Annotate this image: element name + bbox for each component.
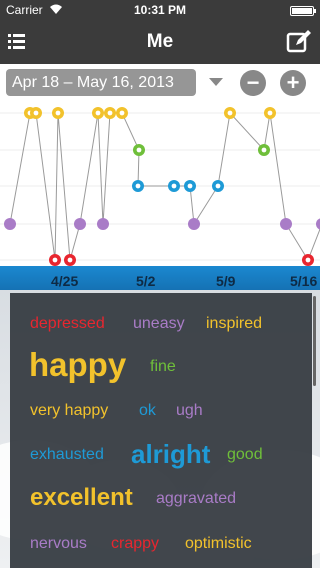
mood-chart [0, 100, 320, 266]
mood-word-ugh[interactable]: ugh [176, 402, 203, 420]
zoom-out-button[interactable]: − [240, 70, 266, 96]
mood-point[interactable] [52, 107, 64, 119]
mood-word-fine[interactable]: fine [150, 358, 176, 376]
mood-point[interactable] [49, 254, 61, 266]
mood-word-good[interactable]: good [227, 446, 263, 464]
page-title: Me [146, 31, 174, 52]
mood-point[interactable] [188, 218, 200, 230]
mood-word-uneasy[interactable]: uneasy [133, 315, 185, 333]
date-range-bar: Apr 18 – May 16, 2013 − + [0, 64, 320, 100]
chevron-down-icon[interactable] [209, 78, 223, 86]
x-tick-label: 5/16 [290, 273, 318, 289]
mood-point[interactable] [264, 107, 276, 119]
mood-point[interactable] [302, 254, 314, 266]
mood-point[interactable] [280, 218, 292, 230]
mood-point[interactable] [30, 107, 42, 119]
mood-point[interactable] [133, 144, 145, 156]
mood-word-ok[interactable]: ok [139, 402, 156, 420]
mood-point[interactable] [64, 254, 76, 266]
mood-word-nervous[interactable]: nervous [30, 535, 87, 553]
mood-word-crappy[interactable]: crappy [111, 535, 159, 553]
mood-point[interactable] [116, 107, 128, 119]
mood-word-inspired[interactable]: inspired [206, 315, 262, 333]
status-time: 10:31 PM [133, 3, 187, 17]
mood-chart-plot [0, 107, 320, 266]
mood-word-very-happy[interactable]: very happy [30, 402, 108, 420]
mood-word-depressed[interactable]: depressed [30, 315, 105, 333]
mood-point[interactable] [316, 218, 320, 230]
x-tick-label: 5/2 [136, 273, 156, 289]
zoom-in-button[interactable]: + [280, 70, 306, 96]
chart-x-axis: 4/25 5/2 5/9 5/16 [0, 266, 320, 290]
mood-point[interactable] [92, 107, 104, 119]
nav-bar: Me [0, 20, 320, 64]
status-bar: Carrier 10:31 PM [0, 0, 320, 20]
x-tick-label: 4/25 [51, 273, 79, 289]
mood-point[interactable] [224, 107, 236, 119]
mood-word-alright[interactable]: alright [131, 439, 210, 470]
mood-point[interactable] [168, 180, 180, 192]
mood-point[interactable] [184, 180, 196, 192]
mood-point[interactable] [4, 218, 16, 230]
x-tick-label: 5/9 [216, 273, 236, 289]
mood-point[interactable] [212, 180, 224, 192]
mood-word-optimistic[interactable]: optimistic [185, 535, 252, 553]
scrollbar[interactable] [313, 296, 316, 386]
mood-word-happy[interactable]: happy [29, 346, 126, 384]
mood-point[interactable] [258, 144, 270, 156]
mood-word-cloud [10, 293, 312, 568]
mood-point[interactable] [74, 218, 86, 230]
mood-word-aggravated[interactable]: aggravated [156, 490, 236, 508]
battery-icon [290, 6, 316, 16]
date-range-selector[interactable]: Apr 18 – May 16, 2013 [6, 69, 196, 96]
mood-point[interactable] [104, 107, 116, 119]
mood-point[interactable] [97, 218, 109, 230]
compose-icon[interactable] [286, 29, 312, 55]
mood-word-excellent[interactable]: excellent [30, 484, 133, 512]
mood-point[interactable] [132, 180, 144, 192]
mood-word-exhausted[interactable]: exhausted [30, 446, 104, 464]
